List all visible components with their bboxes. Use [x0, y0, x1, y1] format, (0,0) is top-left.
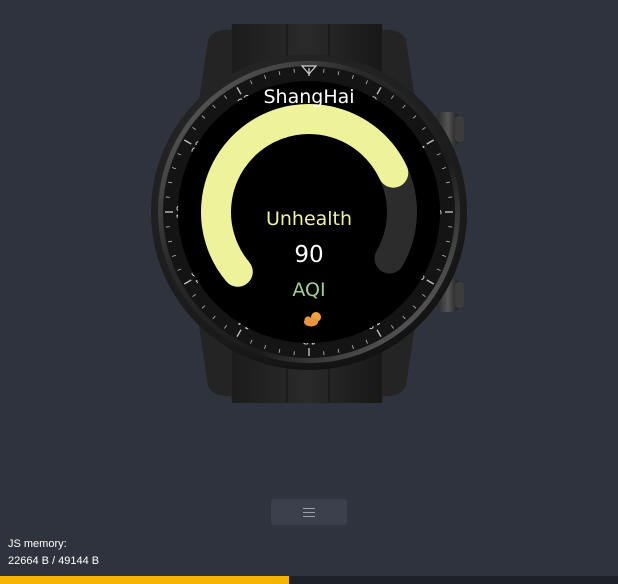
aqi-unit: AQI: [292, 279, 325, 301]
city-name: ShangHai: [263, 86, 354, 108]
air-quality-status: Unhealth: [266, 208, 352, 230]
js-memory-panel: JS memory: 22664 B / 49144 B: [8, 536, 99, 570]
watch-face: 246810121416182022 ShangHai Unhealth 90 …: [151, 24, 467, 403]
progress-fill: [0, 576, 290, 584]
js-memory-value: 22664 B / 49144 B: [8, 555, 100, 567]
progress-bar: [0, 576, 618, 584]
stage: 246810121416182022 ShangHai Unhealth 90 …: [0, 0, 618, 584]
js-memory-label: JS memory:: [8, 538, 67, 550]
aqi-value: 90: [294, 242, 323, 268]
hamburger-icon: [303, 507, 315, 517]
menu-button[interactable]: [271, 499, 347, 525]
